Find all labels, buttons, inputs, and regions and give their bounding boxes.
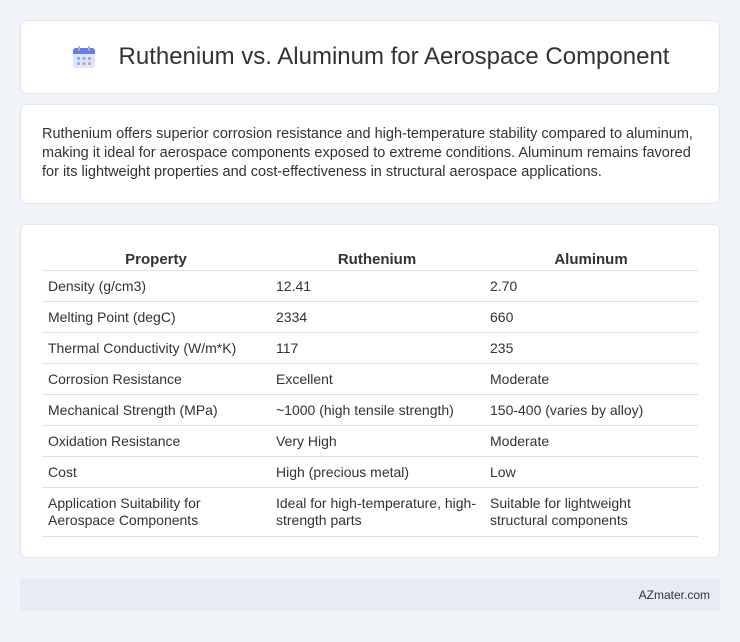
table-row: Application Suitability for Aerospace Co… xyxy=(42,488,698,537)
cell-property: Mechanical Strength (MPa) xyxy=(42,395,270,426)
cell-ruthenium: Ideal for high-temperature, high-strengt… xyxy=(270,488,484,537)
cell-aluminum: Moderate xyxy=(484,426,698,457)
cell-aluminum: Low xyxy=(484,457,698,488)
cell-ruthenium: Excellent xyxy=(270,364,484,395)
cell-aluminum: Suitable for lightweight structural comp… xyxy=(484,488,698,537)
cell-property: Oxidation Resistance xyxy=(42,426,270,457)
table-header-row: Property Ruthenium Aluminum xyxy=(42,243,698,271)
cell-aluminum: 235 xyxy=(484,333,698,364)
cell-property: Density (g/cm3) xyxy=(42,271,270,302)
table-row: Melting Point (degC) 2334 660 xyxy=(42,302,698,333)
cell-property: Cost xyxy=(42,457,270,488)
comparison-table: Property Ruthenium Aluminum Density (g/c… xyxy=(42,243,698,537)
comparison-table-card: Property Ruthenium Aluminum Density (g/c… xyxy=(20,224,720,558)
cell-property: Thermal Conductivity (W/m*K) xyxy=(42,333,270,364)
table-row: Mechanical Strength (MPa) ~1000 (high te… xyxy=(42,395,698,426)
header-ruthenium: Ruthenium xyxy=(270,243,484,271)
cell-ruthenium: 117 xyxy=(270,333,484,364)
cell-aluminum: 2.70 xyxy=(484,271,698,302)
cell-ruthenium: 2334 xyxy=(270,302,484,333)
cell-ruthenium: 12.41 xyxy=(270,271,484,302)
cell-aluminum: 660 xyxy=(484,302,698,333)
cell-ruthenium: High (precious metal) xyxy=(270,457,484,488)
intro-card: Ruthenium offers superior corrosion resi… xyxy=(20,104,720,204)
cell-aluminum: Moderate xyxy=(484,364,698,395)
cell-aluminum: 150-400 (varies by alloy) xyxy=(484,395,698,426)
cell-ruthenium: ~1000 (high tensile strength) xyxy=(270,395,484,426)
footer-site-link[interactable]: AZmater.com xyxy=(639,588,710,602)
intro-paragraph: Ruthenium offers superior corrosion resi… xyxy=(42,126,693,180)
table-row: Corrosion Resistance Excellent Moderate xyxy=(42,364,698,395)
cell-property: Melting Point (degC) xyxy=(42,302,270,333)
cell-property: Application Suitability for Aerospace Co… xyxy=(42,488,270,537)
calendar-icon xyxy=(71,44,97,70)
footer-bar: AZmater.com xyxy=(20,578,720,611)
cell-property: Corrosion Resistance xyxy=(42,364,270,395)
header-aluminum: Aluminum xyxy=(484,243,698,271)
cell-ruthenium: Very High xyxy=(270,426,484,457)
table-row: Oxidation Resistance Very High Moderate xyxy=(42,426,698,457)
table-row: Density (g/cm3) 12.41 2.70 xyxy=(42,271,698,302)
table-row: Cost High (precious metal) Low xyxy=(42,457,698,488)
table-row: Thermal Conductivity (W/m*K) 117 235 xyxy=(42,333,698,364)
title-card: Ruthenium vs. Aluminum for Aerospace Com… xyxy=(20,20,720,94)
header-property: Property xyxy=(42,243,270,271)
page-title: Ruthenium vs. Aluminum for Aerospace Com… xyxy=(118,43,670,70)
